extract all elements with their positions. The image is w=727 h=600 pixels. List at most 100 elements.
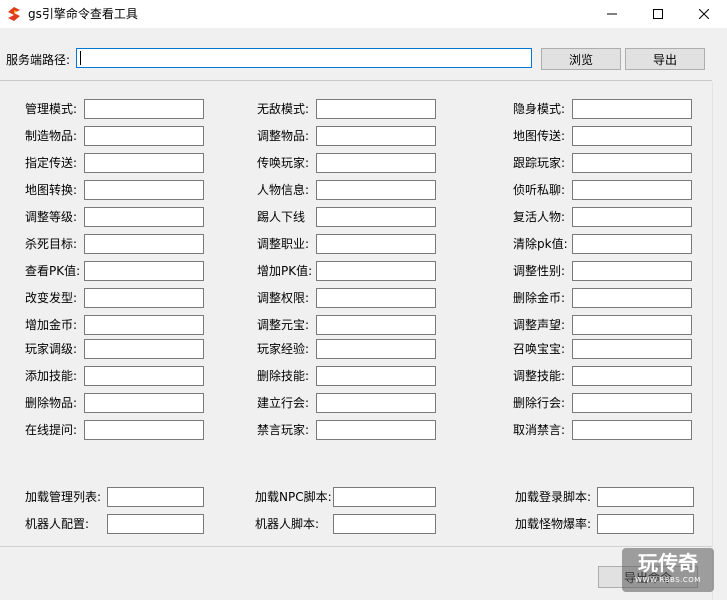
command-field[interactable] (572, 180, 692, 200)
command-label: 在线提问: (25, 423, 78, 437)
command-field[interactable] (84, 180, 204, 200)
loader-field[interactable] (107, 487, 204, 507)
app-logo-icon (8, 7, 20, 21)
command-label: 玩家经验: (257, 342, 310, 356)
command-label: 删除物品: (25, 396, 78, 410)
command-label: 调整技能: (513, 369, 566, 383)
command-field[interactable] (316, 207, 436, 227)
command-field[interactable] (572, 207, 692, 227)
command-field[interactable] (316, 420, 436, 440)
loader-label: 加载登录脚本: (515, 490, 592, 504)
command-field[interactable] (84, 153, 204, 173)
command-field[interactable] (316, 153, 436, 173)
loader-field[interactable] (333, 487, 436, 507)
command-label: 玩家调级: (25, 342, 78, 356)
maximize-icon (653, 9, 663, 19)
command-field[interactable] (316, 339, 436, 359)
command-field[interactable] (84, 234, 204, 254)
command-field[interactable] (316, 99, 436, 119)
command-label: 地图转换: (25, 183, 78, 197)
window-title: gs引擎命令查看工具 (28, 7, 138, 21)
command-label: 建立行会: (257, 396, 310, 410)
command-label: 改变发型: (25, 291, 78, 305)
close-icon (699, 9, 709, 19)
command-label: 增加PK值: (257, 264, 313, 278)
minimize-button[interactable] (589, 0, 635, 28)
command-field[interactable] (84, 315, 204, 335)
command-field[interactable] (316, 393, 436, 413)
loader-field[interactable] (107, 514, 204, 534)
section-divider (0, 546, 712, 547)
command-field[interactable] (84, 288, 204, 308)
command-label: 增加金币: (25, 318, 78, 332)
command-field[interactable] (84, 207, 204, 227)
loader-label: 机器人脚本: (255, 517, 320, 531)
watermark-text: 玩传奇 (638, 551, 698, 575)
command-panel: 管理模式: 无敌模式: 隐身模式: 制造物品: 调整物品: 地图传送: 指定传送: 传唤玩家:… (0, 82, 712, 600)
command-field[interactable] (316, 234, 436, 254)
command-field[interactable] (316, 180, 436, 200)
command-label: 调整声望: (513, 318, 566, 332)
command-field[interactable] (84, 420, 204, 440)
command-field[interactable] (316, 126, 436, 146)
browse-button[interactable]: 浏览 (541, 48, 621, 70)
close-button[interactable] (681, 0, 727, 28)
command-field[interactable] (572, 315, 692, 335)
command-field[interactable] (572, 339, 692, 359)
loader-label: 加载管理列表: (25, 490, 102, 504)
command-field[interactable] (572, 393, 692, 413)
divider (0, 80, 712, 81)
loader-label: 加载怪物爆率: (515, 517, 592, 531)
command-field[interactable] (84, 366, 204, 386)
command-field[interactable] (572, 288, 692, 308)
command-label: 召唤宝宝: (513, 342, 566, 356)
command-field[interactable] (84, 393, 204, 413)
command-label: 杀死目标: (25, 237, 78, 251)
command-label: 调整物品: (257, 129, 310, 143)
command-field[interactable] (572, 99, 692, 119)
command-field[interactable] (316, 288, 436, 308)
command-label: 删除技能: (257, 369, 310, 383)
command-label: 踢人下线 (257, 210, 306, 224)
command-field[interactable] (84, 126, 204, 146)
vertical-scrollbar[interactable] (712, 82, 727, 600)
loader-field[interactable] (333, 514, 436, 534)
command-label: 制造物品: (25, 129, 78, 143)
command-label: 跟踪玩家: (513, 156, 566, 170)
command-label: 添加技能: (25, 369, 78, 383)
loader-label: 机器人配置: (25, 517, 90, 531)
command-field[interactable] (572, 366, 692, 386)
command-field[interactable] (572, 126, 692, 146)
command-field[interactable] (316, 261, 436, 281)
command-label: 取消禁言: (513, 423, 566, 437)
command-field[interactable] (316, 315, 436, 335)
export-button[interactable]: 导出 (625, 48, 705, 70)
title-bar: gs引擎命令查看工具 (0, 0, 727, 28)
command-label: 调整等级: (25, 210, 78, 224)
command-label: 删除行会: (513, 396, 566, 410)
command-field[interactable] (84, 261, 204, 281)
command-label: 调整元宝: (257, 318, 310, 332)
command-field[interactable] (84, 99, 204, 119)
command-label: 管理模式: (25, 102, 78, 116)
command-field[interactable] (572, 234, 692, 254)
command-label: 侦听私聊: (513, 183, 566, 197)
command-field[interactable] (572, 420, 692, 440)
loader-field[interactable] (597, 487, 694, 507)
command-label: 地图传送: (513, 129, 566, 143)
loader-label: 加载NPC脚本: (255, 490, 332, 504)
command-label: 隐身模式: (513, 102, 566, 116)
command-field[interactable] (316, 366, 436, 386)
loader-field[interactable] (597, 514, 694, 534)
command-label: 人物信息: (257, 183, 310, 197)
command-field[interactable] (572, 261, 692, 281)
command-label: 无敌模式: (257, 102, 310, 116)
command-field[interactable] (572, 153, 692, 173)
maximize-button[interactable] (635, 0, 681, 28)
command-field[interactable] (84, 339, 204, 359)
server-path-input[interactable] (76, 48, 532, 68)
command-label: 调整权限: (257, 291, 310, 305)
command-label: 指定传送: (25, 156, 78, 170)
command-label: 调整职业: (257, 237, 310, 251)
command-label: 禁言玩家: (257, 423, 310, 437)
